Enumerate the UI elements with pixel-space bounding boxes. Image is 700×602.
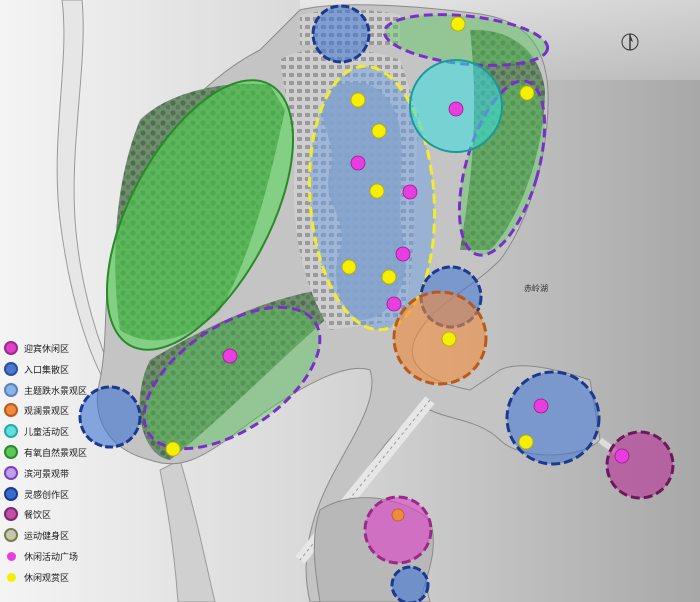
legend-label: 入口集散区 — [24, 365, 70, 376]
legend-swatch — [4, 382, 18, 397]
legend-swatch — [4, 361, 18, 376]
legend-label: 休闲活动广场 — [24, 553, 79, 563]
legend-item: 滨河景观带 — [2, 465, 98, 483]
legend-item: 餐饮区 — [2, 506, 98, 524]
legend-swatch — [4, 528, 18, 543]
legend-label: 儿童活动区 — [24, 428, 70, 439]
zone-inspiration — [505, 370, 601, 466]
zone-entrance-bottom — [390, 565, 430, 602]
legend-swatch — [7, 572, 16, 582]
legend-label: 主题跌水景观区 — [24, 386, 88, 397]
zone-dining — [605, 430, 675, 500]
zone-welcome — [363, 495, 433, 565]
legend-item: 儿童活动区 — [2, 423, 98, 441]
legend-item: 休闲活动广场 — [2, 548, 98, 566]
legend-item: 休闲观赏区 — [2, 569, 98, 587]
legend-swatch — [4, 445, 18, 459]
legend-label: 有氧自然景观区 — [24, 449, 88, 459]
legend-swatch — [4, 424, 18, 439]
zone-entrance-top — [311, 4, 371, 64]
legend-swatch — [4, 403, 18, 418]
legend-item: 运动健身区 — [2, 527, 98, 545]
legend-label: 滨河景观带 — [24, 469, 70, 480]
legend-label: 餐饮区 — [24, 511, 52, 522]
legend-item: 观澜景观区 — [2, 402, 98, 420]
legend-swatch — [4, 465, 18, 480]
legend-item: 入口集散区 — [2, 361, 98, 379]
legend-swatch — [7, 552, 16, 561]
legend-swatch — [4, 507, 18, 522]
legend-label: 观澜景观区 — [24, 407, 70, 418]
legend-item: 迎宾休闲区 — [2, 340, 98, 358]
legend-item: 主题跌水景观区 — [2, 382, 98, 400]
legend-label: 迎宾休闲区 — [24, 345, 70, 355]
water-name-label: 赤岭湖 — [524, 284, 548, 293]
legend-label: 灵感创作区 — [24, 490, 70, 501]
legend-item: 灵感创作区 — [2, 486, 98, 504]
legend-swatch — [4, 341, 18, 355]
legend-swatch — [4, 486, 18, 501]
master-plan-map — [0, 0, 700, 602]
legend-item: 有氧自然景观区 — [2, 444, 98, 462]
legend-label: 休闲观赏区 — [24, 573, 70, 584]
legend-label: 运动健身区 — [24, 532, 70, 543]
dot-orange — [391, 508, 405, 522]
zone-guanlan — [392, 290, 488, 386]
